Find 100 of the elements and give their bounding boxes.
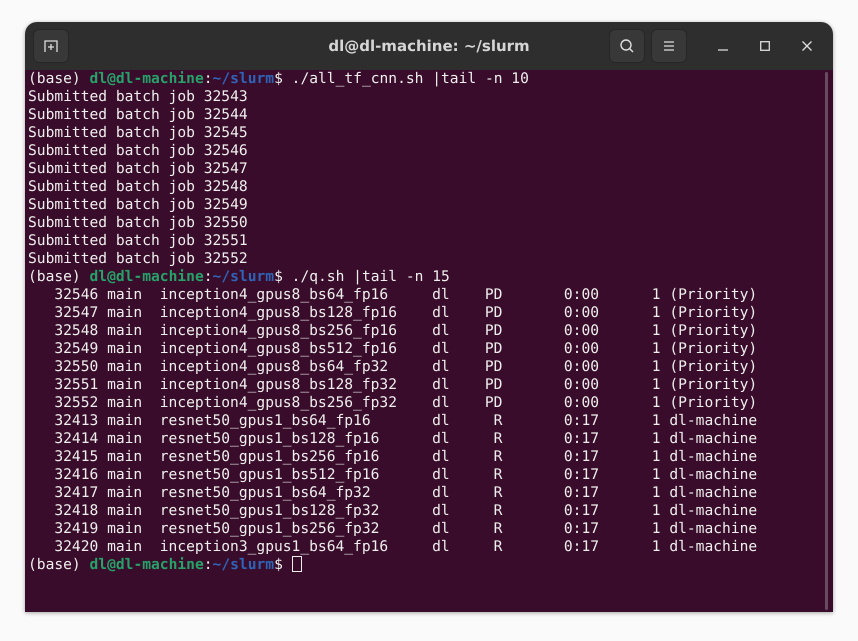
scrollbar[interactable]	[825, 72, 828, 610]
job-field: inception4_gpus8_bs64_fp32	[160, 358, 388, 375]
job-field: R	[494, 448, 502, 465]
job-field: dl	[432, 502, 450, 519]
job-field: PD	[484, 394, 502, 411]
prompt-separator: :	[204, 268, 213, 285]
job-field: R	[494, 412, 502, 429]
job-field: (Priority)	[669, 286, 758, 303]
job-field: (Priority)	[669, 358, 758, 375]
job-field: 32551	[54, 376, 98, 393]
prompt-user: dl@dl-machine	[90, 70, 204, 87]
job-field: R	[494, 484, 502, 501]
job-field: main	[107, 286, 142, 303]
job-field: 32548	[54, 322, 98, 339]
job-field: resnet50_gpus1_bs512_fp16	[160, 466, 380, 483]
job-field: resnet50_gpus1_bs64_fp16	[160, 412, 371, 429]
job-field: inception4_gpus8_bs128_fp16	[160, 304, 397, 321]
job-field: PD	[484, 340, 502, 357]
job-field: dl-machine	[669, 484, 758, 501]
job-field: inception4_gpus8_bs512_fp16	[160, 340, 397, 357]
job-field: 32549	[54, 340, 98, 357]
menu-button[interactable]	[651, 29, 687, 63]
job-field: 1	[652, 484, 661, 501]
job-field: inception4_gpus8_bs256_fp16	[160, 322, 397, 339]
job-field: 32417	[54, 484, 98, 501]
new-tab-button[interactable]	[33, 29, 69, 63]
job-field: main	[107, 322, 142, 339]
job-field: dl	[432, 376, 450, 393]
job-field: 0:17	[564, 538, 600, 555]
job-field: 32419	[54, 520, 98, 537]
job-field: R	[494, 430, 502, 447]
prompt-separator: :	[204, 70, 213, 87]
job-field: dl	[432, 430, 450, 447]
job-field: main	[107, 502, 142, 519]
job-field: dl	[432, 484, 450, 501]
job-field: main	[107, 538, 142, 555]
job-field: main	[107, 412, 142, 429]
job-field: dl	[432, 412, 450, 429]
job-field: (Priority)	[669, 304, 758, 321]
job-field: PD	[484, 322, 502, 339]
job-field: 0:17	[564, 412, 600, 429]
job-field: dl-machine	[669, 412, 758, 429]
job-field: 1	[652, 376, 661, 393]
job-field: 1	[652, 322, 661, 339]
new-tab-icon	[43, 38, 59, 54]
job-field: 32416	[54, 466, 98, 483]
job-field: 0:17	[564, 484, 600, 501]
job-field: R	[494, 502, 502, 519]
job-field: 32415	[54, 448, 98, 465]
job-field: dl	[432, 394, 450, 411]
prompt-env: (base)	[28, 70, 81, 87]
prompt-path: ~/slurm	[212, 556, 274, 573]
job-field: 0:00	[564, 376, 600, 393]
job-field: main	[107, 376, 142, 393]
job-field: resnet50_gpus1_bs256_fp32	[160, 520, 380, 537]
output-line: Submitted batch job 32552	[28, 250, 248, 267]
output-line: Submitted batch job 32549	[28, 196, 248, 213]
job-field: 32547	[54, 304, 98, 321]
job-field: 1	[652, 466, 661, 483]
menu-icon	[662, 40, 676, 52]
job-field: 0:00	[564, 304, 600, 321]
job-field: 0:00	[564, 322, 600, 339]
job-field: R	[494, 538, 502, 555]
job-field: dl	[432, 358, 450, 375]
output-line: Submitted batch job 32543	[28, 88, 248, 105]
job-field: 1	[652, 430, 661, 447]
prompt-symbol: $	[274, 268, 283, 285]
job-field: 32546	[54, 286, 98, 303]
job-field: dl-machine	[669, 466, 758, 483]
job-field: 0:00	[564, 340, 600, 357]
job-field: 0:17	[564, 466, 600, 483]
job-field: dl-machine	[669, 448, 758, 465]
job-field: main	[107, 394, 142, 411]
job-field: 1	[652, 394, 661, 411]
job-field: dl	[432, 286, 450, 303]
job-field: dl-machine	[669, 520, 758, 537]
job-field: 32418	[54, 502, 98, 519]
job-field: PD	[484, 286, 502, 303]
maximize-icon	[760, 41, 770, 51]
job-field: 1	[652, 304, 661, 321]
job-field: dl	[432, 322, 450, 339]
job-field: (Priority)	[669, 394, 758, 411]
window-title: dl@dl-machine: ~/slurm	[328, 37, 530, 55]
job-field: 1	[652, 538, 661, 555]
job-field: 0:17	[564, 448, 600, 465]
job-field: main	[107, 340, 142, 357]
search-button[interactable]	[609, 29, 645, 63]
job-field: main	[107, 484, 142, 501]
job-field: (Priority)	[669, 322, 758, 339]
job-field: (Priority)	[669, 340, 758, 357]
job-field: inception3_gpus1_bs64_fp16	[160, 538, 388, 555]
job-field: main	[107, 304, 142, 321]
job-field: inception4_gpus8_bs256_fp32	[160, 394, 397, 411]
prompt-env: (base)	[28, 268, 81, 285]
command-text: ./q.sh |tail -n 15	[292, 268, 450, 285]
output-line: Submitted batch job 32547	[28, 160, 248, 177]
prompt-env: (base)	[28, 556, 81, 573]
output-line: Submitted batch job 32551	[28, 232, 248, 249]
prompt-symbol: $	[274, 556, 283, 573]
job-field: dl-machine	[669, 430, 758, 447]
